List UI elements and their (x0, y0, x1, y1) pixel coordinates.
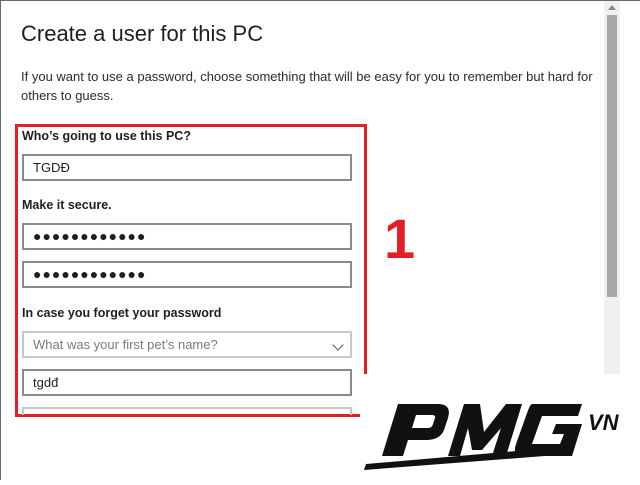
security-answer-field[interactable]: tgdđ (22, 369, 352, 396)
page-description: If you want to use a password, choose so… (21, 69, 593, 103)
username-field[interactable]: TGDĐ (22, 154, 352, 181)
next-question-select-partial[interactable] (22, 407, 352, 415)
page-title: Create a user for this PC (21, 21, 264, 46)
who-label: Who’s going to use this PC? (22, 129, 191, 143)
watermark-logo: VN (360, 374, 640, 480)
security-question-select[interactable]: What was your first pet’s name? (22, 331, 352, 358)
vertical-scrollbar[interactable] (604, 1, 620, 376)
pmg-vn-logo: VN (364, 404, 620, 470)
logo-suffix: VN (588, 410, 620, 435)
scroll-thumb[interactable] (607, 15, 617, 297)
scroll-up-icon[interactable] (608, 5, 616, 10)
window-edge (621, 1, 640, 376)
chevron-down-icon (332, 339, 344, 351)
password-confirm-field[interactable]: ●●●●●●●●●●●● (22, 261, 352, 288)
secure-label: Make it secure. (22, 198, 112, 212)
password-field[interactable]: ●●●●●●●●●●●● (22, 223, 352, 250)
step-number-annotation: 1 (384, 207, 416, 270)
security-question-value: What was your first pet’s name? (33, 337, 218, 352)
forget-label: In case you forget your password (22, 306, 222, 320)
